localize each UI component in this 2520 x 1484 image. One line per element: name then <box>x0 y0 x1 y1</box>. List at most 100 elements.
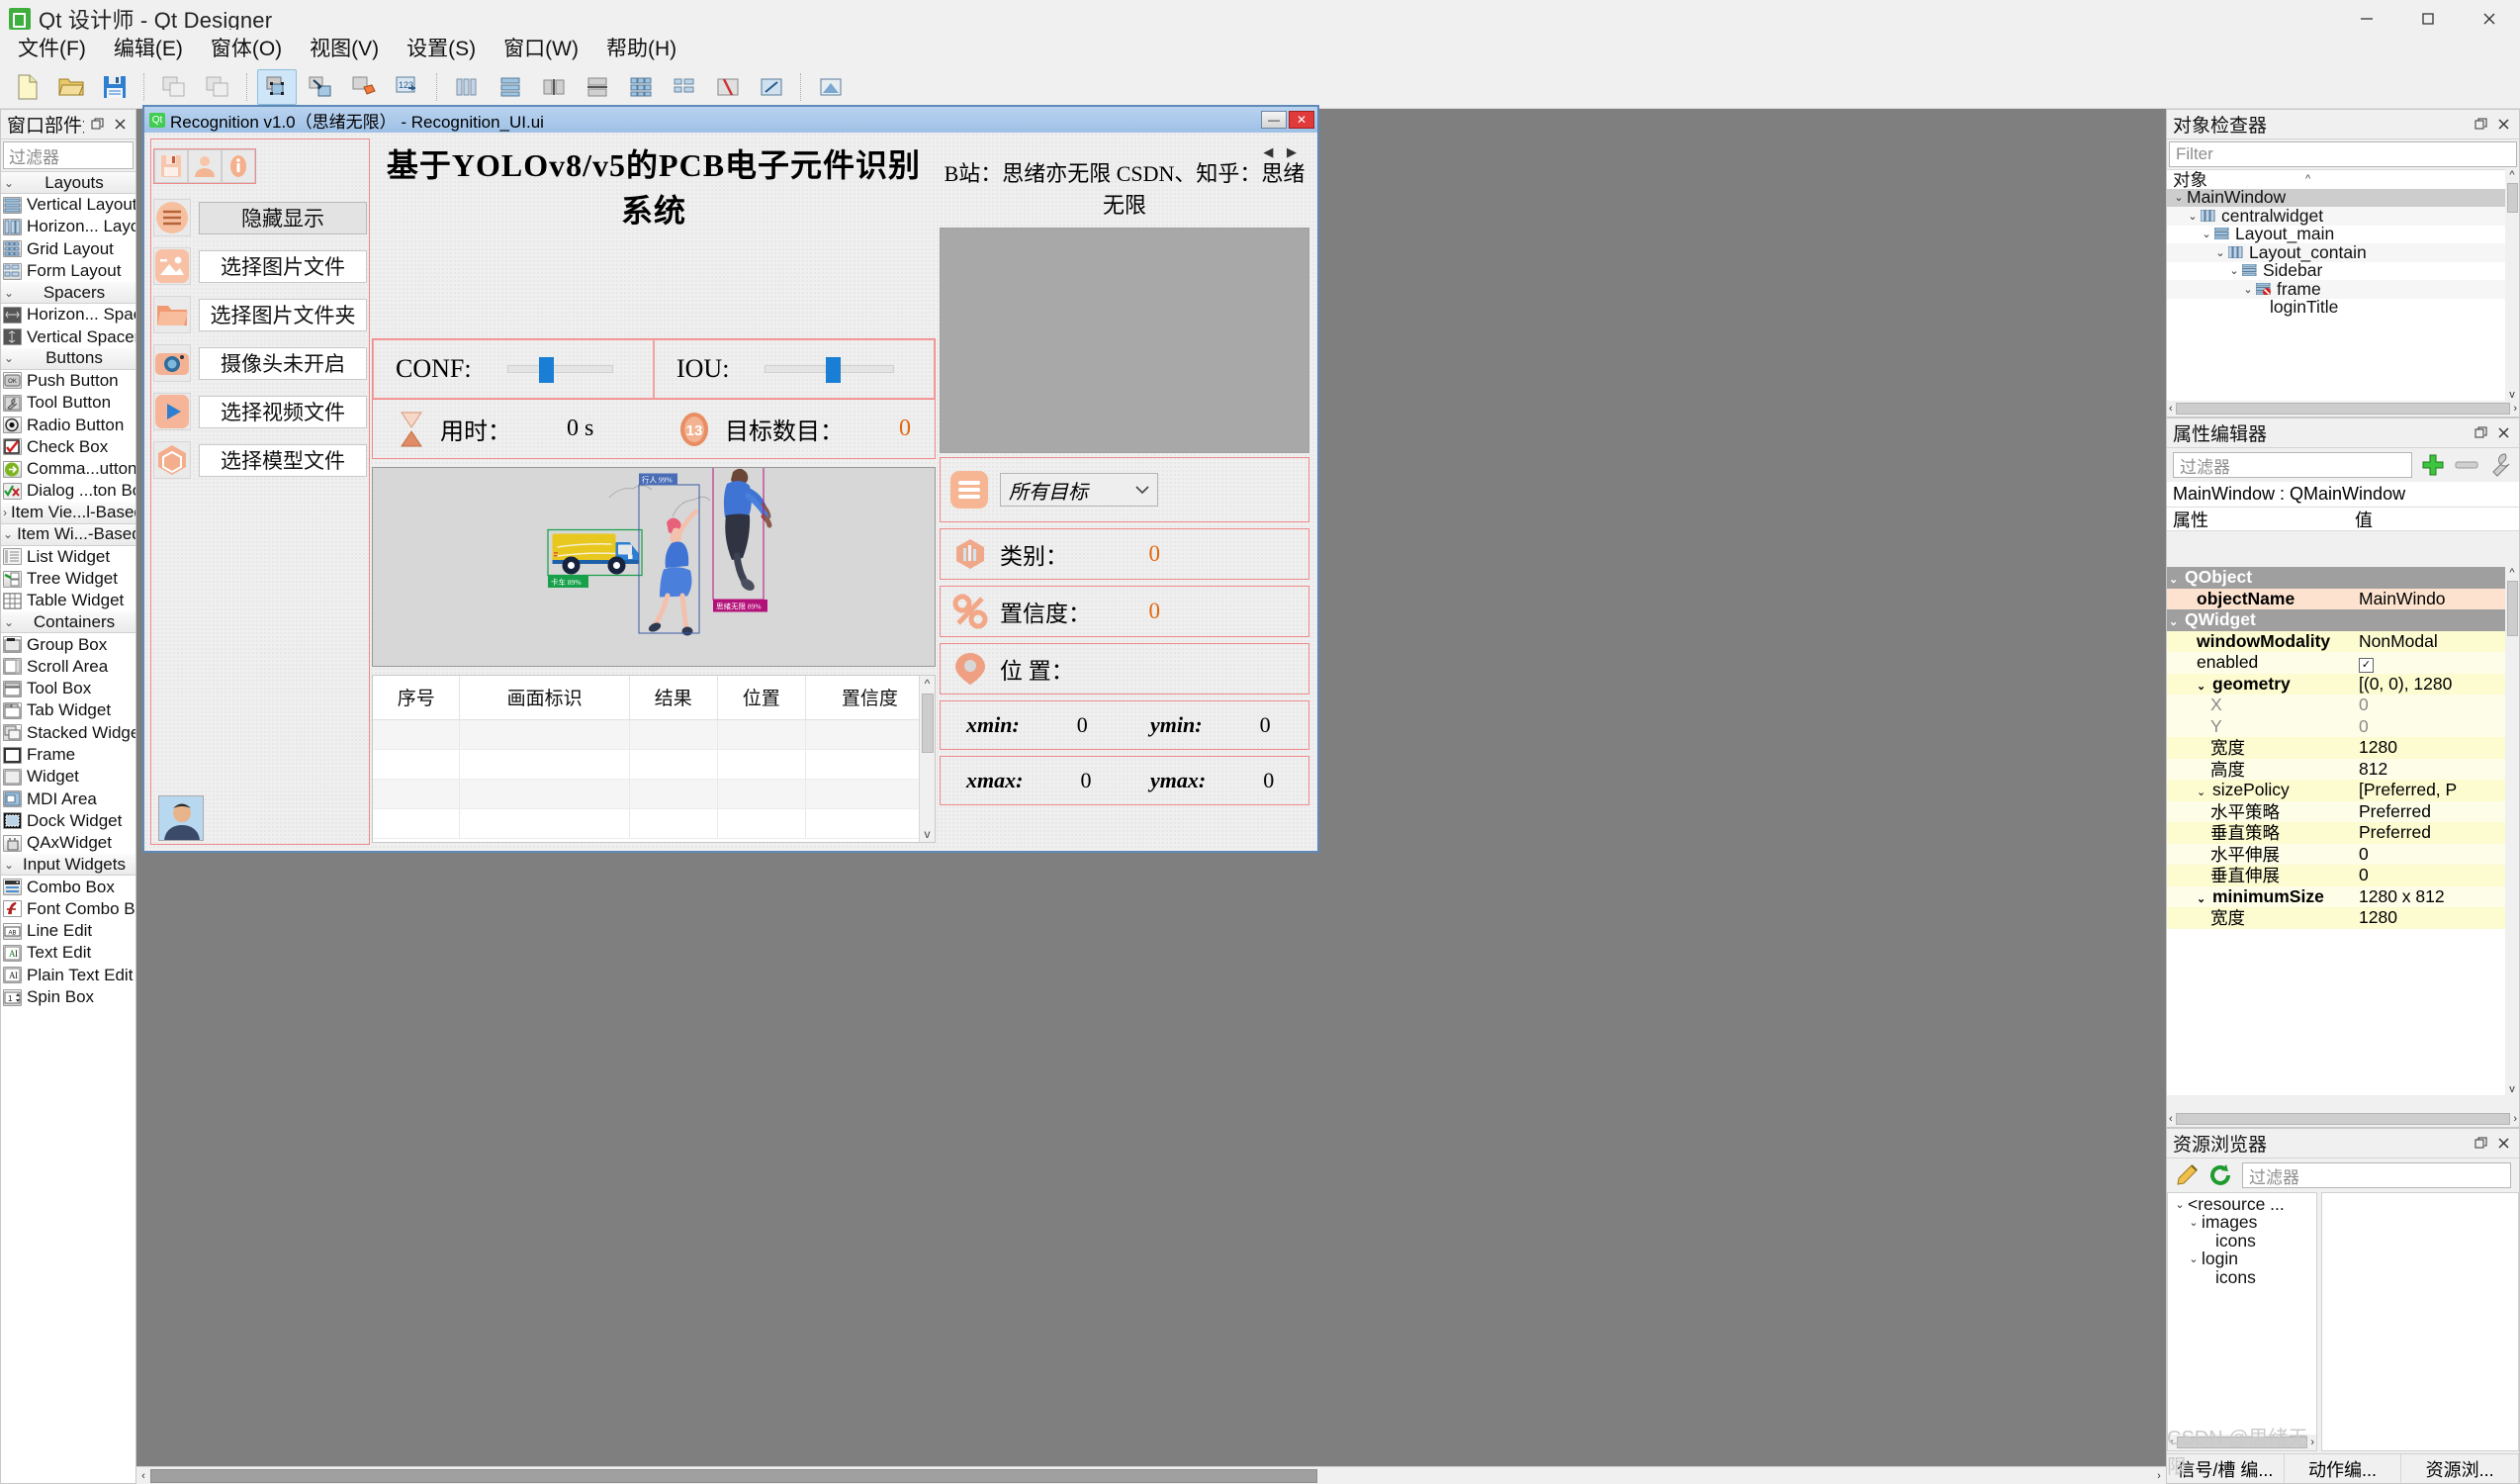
scroll-down-icon[interactable]: v <box>2509 1083 2515 1095</box>
edit-signals-icon[interactable] <box>301 69 340 105</box>
widget-group-0[interactable]: ⌄Layouts <box>1 172 135 194</box>
widget-item-scroll-area[interactable]: Scroll Area <box>1 656 135 678</box>
sidebar-button-3[interactable]: 摄像头未开启 <box>199 347 367 380</box>
property-row-minimumSize[interactable]: ⌄minimumSize1280 x 812 <box>2167 886 2505 908</box>
table-header-4[interactable]: 置信度 <box>805 676 934 719</box>
object-tree-vertical-scrollbar[interactable]: ^ v <box>2505 169 2519 401</box>
property-value[interactable]: 1280 x 812 <box>2355 886 2505 907</box>
widget-item-stacked-widget[interactable]: Stacked Widget <box>1 722 135 744</box>
widget-item-vertical-spacer[interactable]: Vertical Spacer <box>1 325 135 347</box>
table-header-3[interactable]: 位置 <box>717 676 805 719</box>
property-value[interactable]: 812 <box>2355 759 2505 780</box>
resource-node-2[interactable]: icons <box>2168 1232 2316 1251</box>
widget-item-form-layout[interactable]: Form Layout <box>1 260 135 282</box>
resource-node-1[interactable]: ⌄images <box>2168 1214 2316 1233</box>
property-value[interactable]: Preferred <box>2355 801 2505 822</box>
layout-vertical-icon[interactable] <box>491 69 530 105</box>
chevron-down-icon[interactable]: ⌄ <box>2186 1252 2202 1265</box>
menu-file[interactable]: 文件(F) <box>4 29 100 66</box>
widget-group-5[interactable]: ⌄Containers <box>1 611 135 633</box>
table-header-1[interactable]: 画面标识 <box>460 676 629 719</box>
property-value[interactable]: [Preferred, P <box>2355 780 2505 800</box>
iou-slider-handle[interactable] <box>826 357 841 383</box>
object-node-loginTitle[interactable]: loginTitle <box>2167 299 2519 318</box>
widget-item-check-box[interactable]: Check Box <box>1 436 135 458</box>
property-row-宽度[interactable]: 宽度1280 <box>2167 737 2505 759</box>
scroll-left-icon[interactable]: ‹ <box>2169 403 2173 415</box>
widget-item-font-combo-box[interactable]: Font Combo Box <box>1 898 135 920</box>
avatar[interactable] <box>158 795 204 841</box>
table-row[interactable] <box>373 749 935 779</box>
sidebar-button-4[interactable]: 选择视频文件 <box>199 396 367 428</box>
property-value[interactable]: 1280 <box>2355 737 2505 758</box>
widget-group-4[interactable]: ⌄Item Wi...-Based) <box>1 524 135 546</box>
widget-group-3[interactable]: ›Item Vie...l-Based) <box>1 503 135 524</box>
scroll-down-icon[interactable]: v <box>2509 389 2515 401</box>
property-filter-input[interactable]: 过滤器 <box>2173 452 2412 478</box>
chevron-down-icon[interactable]: ⌄ <box>2197 680 2212 693</box>
scroll-up-icon[interactable]: ^ <box>2509 567 2514 579</box>
property-value[interactable]: 0 <box>2355 716 2505 737</box>
enabled-checkbox[interactable]: ✓ <box>2359 658 2374 673</box>
undock-icon[interactable] <box>87 115 107 135</box>
close-icon[interactable] <box>2493 115 2513 135</box>
widget-box-filter-input[interactable]: 过滤器 <box>3 141 134 169</box>
scrollbar-thumb[interactable] <box>2176 403 2511 415</box>
iou-slider[interactable] <box>765 365 894 373</box>
chevron-down-icon[interactable]: ⌄ <box>2169 615 2185 628</box>
widget-item-mdi-area[interactable]: MDI Area <box>1 788 135 810</box>
property-row-水平策略[interactable]: 水平策略Preferred <box>2167 801 2505 823</box>
property-row-水平伸展[interactable]: 水平伸展0 <box>2167 844 2505 866</box>
widget-item-dock-widget[interactable]: Dock Widget <box>1 810 135 832</box>
property-row-enabled[interactable]: enabled✓ <box>2167 652 2505 674</box>
form-close-button[interactable]: ✕ <box>1289 111 1314 129</box>
dock-tab-2[interactable]: 资源浏... <box>2401 1454 2519 1483</box>
conf-slider[interactable] <box>507 365 613 373</box>
wrench-icon[interactable] <box>2487 452 2513 478</box>
widget-item-horizontal-layout[interactable]: Horizon... Layout <box>1 216 135 237</box>
object-node-MainWindow[interactable]: ⌄MainWindow <box>2167 189 2519 208</box>
scroll-right-icon[interactable]: › <box>2152 1470 2166 1482</box>
property-value[interactable]: 0 <box>2355 695 2505 715</box>
preview-thumbnail[interactable] <box>940 228 1309 453</box>
minus-icon[interactable] <box>2454 458 2479 472</box>
chevron-down-icon[interactable]: ⌄ <box>2172 1198 2188 1211</box>
widget-item-horizontal-spacer[interactable]: Horizon... Spacer <box>1 304 135 325</box>
chevron-down-icon[interactable]: ⌄ <box>2240 283 2256 296</box>
widget-item-command-link-button[interactable]: Comma...utton <box>1 458 135 480</box>
widget-item-tool-button[interactable]: Tool Button <box>1 392 135 414</box>
resource-tree[interactable]: ⌄<resource ...⌄imagesicons⌄loginicons ‹ … <box>2167 1192 2317 1451</box>
property-horizontal-scrollbar[interactable]: ‹ › <box>2167 1111 2519 1127</box>
scroll-left-icon[interactable]: ‹ <box>136 1470 150 1482</box>
table-vertical-scrollbar[interactable]: ^ v <box>919 676 935 842</box>
widget-item-spin-box[interactable]: 1Spin Box <box>1 986 135 1008</box>
redo-icon[interactable] <box>198 69 237 105</box>
menu-help[interactable]: 帮助(H) <box>592 29 690 66</box>
undock-icon[interactable] <box>2471 115 2490 135</box>
widget-item-line-edit[interactable]: ABLine Edit <box>1 920 135 942</box>
widget-item-frame[interactable]: Frame <box>1 744 135 766</box>
table-row[interactable] <box>373 808 935 838</box>
property-rows[interactable]: ⌄QObjectobjectNameMainWindo⌄QWidgetwindo… <box>2167 567 2505 1095</box>
property-row-X[interactable]: X0 <box>2167 695 2505 716</box>
save-icon[interactable] <box>95 69 135 105</box>
property-value[interactable]: [(0, 0), 1280 <box>2355 674 2505 695</box>
user-icon[interactable] <box>188 149 222 183</box>
menu-settings[interactable]: 设置(S) <box>393 29 490 66</box>
widget-item-grid-layout[interactable]: Grid Layout <box>1 238 135 260</box>
widget-item-widget[interactable]: Widget <box>1 766 135 788</box>
open-folder-icon[interactable] <box>51 69 91 105</box>
chevron-down-icon[interactable]: ⌄ <box>2212 246 2228 259</box>
resource-preview-pane[interactable] <box>2321 1192 2519 1451</box>
widget-item-dialog-button-box[interactable]: Dialog ...ton Box <box>1 480 135 502</box>
scroll-right-icon[interactable]: › <box>2513 403 2517 415</box>
property-value[interactable]: 0 <box>2355 844 2505 865</box>
property-row-sizePolicy[interactable]: ⌄sizePolicy[Preferred, P <box>2167 780 2505 801</box>
chevron-down-icon[interactable]: ⌄ <box>2197 786 2212 798</box>
cube-icon[interactable] <box>153 441 191 479</box>
object-tree-horizontal-scrollbar[interactable]: ‹ › <box>2167 401 2519 417</box>
property-row-objectName[interactable]: objectNameMainWindo <box>2167 589 2505 610</box>
scroll-down-icon[interactable]: v <box>925 826 931 842</box>
sort-asc-icon[interactable]: ^ <box>2305 173 2310 185</box>
new-file-icon[interactable] <box>8 69 47 105</box>
